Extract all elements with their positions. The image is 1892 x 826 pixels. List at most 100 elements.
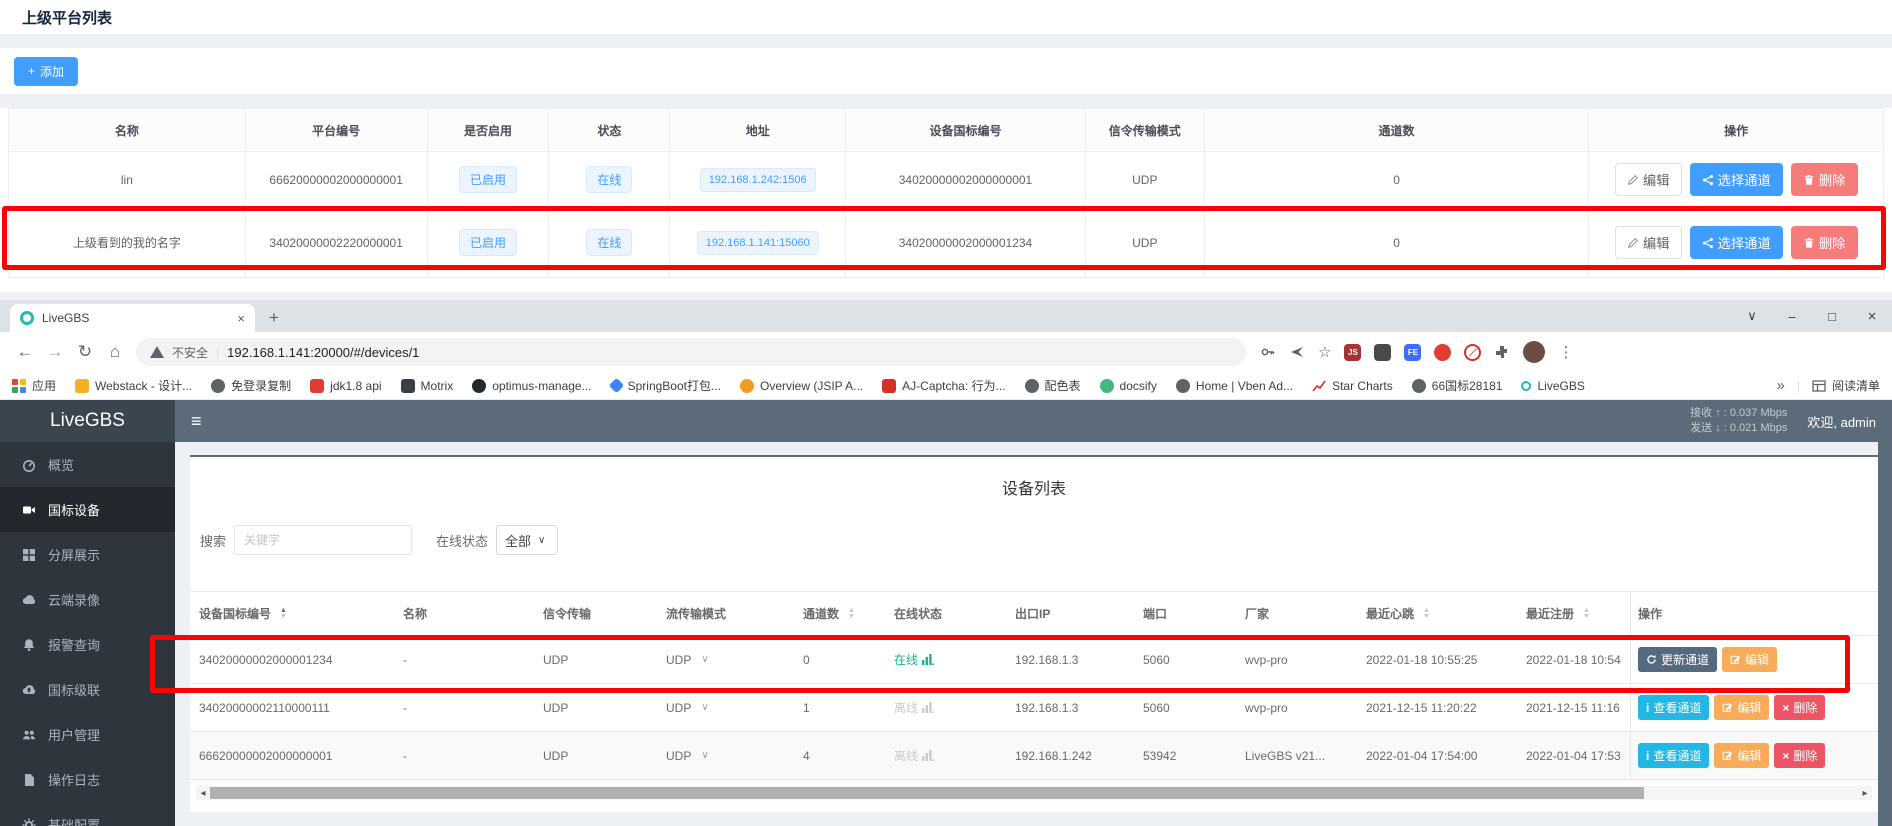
bookmark-livegbs[interactable]: LiveGBS xyxy=(1521,379,1584,393)
col-header-heartbeat[interactable]: 最近心跳▲▼ xyxy=(1359,592,1519,635)
add-button[interactable]: + 添加 xyxy=(14,57,78,86)
select-channel-button[interactable]: 选择通道 xyxy=(1690,163,1783,196)
cell-heartbeat: 2022-01-18 10:55:25 xyxy=(1359,636,1519,683)
scrollbar-thumb[interactable] xyxy=(210,787,1644,799)
bookmark-motrix[interactable]: Motrix xyxy=(401,379,454,393)
bar-chart-icon xyxy=(922,654,934,665)
ext-blocker-icon[interactable] xyxy=(1434,344,1451,361)
delete-button[interactable]: 删除 xyxy=(1791,163,1858,196)
sidebar-item-gb-devices[interactable]: 国标设备 xyxy=(0,487,175,532)
ext-fe-icon[interactable]: FE xyxy=(1404,344,1421,361)
delete-button[interactable]: 删除 xyxy=(1791,226,1858,259)
search-input[interactable] xyxy=(234,525,412,555)
col-header-registered[interactable]: 最近注册▲▼ xyxy=(1519,592,1630,635)
sidebar-item-label: 概览 xyxy=(48,455,74,474)
bookmark-star-icon[interactable]: ☆ xyxy=(1318,343,1331,361)
sidebar-item-basic-config[interactable]: 基础配置 xyxy=(0,802,175,826)
back-icon[interactable]: ← xyxy=(10,342,40,362)
bookmark-vben[interactable]: Home | Vben Ad... xyxy=(1176,379,1293,393)
sidebar-item-alarm-query[interactable]: 报警查询 xyxy=(0,622,175,667)
home-icon[interactable]: ⌂ xyxy=(100,342,130,362)
security-label[interactable]: 不安全 xyxy=(172,344,208,361)
chart-favicon xyxy=(1312,379,1326,393)
bookmark-copy[interactable]: 免登录复制 xyxy=(211,377,291,394)
bookmark-gb28181[interactable]: 66国标28181 xyxy=(1412,377,1503,394)
col-header-device-id[interactable]: 设备国标编号▲▼ xyxy=(190,592,396,635)
scrollbar-track[interactable] xyxy=(210,786,1858,800)
maximize-icon[interactable]: □ xyxy=(1812,309,1852,324)
bookmark-springboot[interactable]: SpringBoot打包... xyxy=(611,377,721,394)
online-status-select[interactable]: 全部 ∨ xyxy=(496,525,558,555)
edit-button[interactable]: 编辑 xyxy=(1722,647,1777,672)
bookmark-colors[interactable]: 配色表 xyxy=(1025,377,1081,394)
sort-icon: ▲▼ xyxy=(1583,608,1590,620)
online-status[interactable]: 在线 xyxy=(894,651,934,668)
horizontal-scrollbar[interactable]: ◂ ▸ xyxy=(196,786,1872,800)
device-list-title: 设备列表 xyxy=(190,475,1878,499)
sidebar-toggle-icon[interactable]: ≡ xyxy=(191,411,202,432)
profile-avatar[interactable] xyxy=(1523,341,1545,363)
ext-noentry-icon[interactable]: ／ xyxy=(1464,344,1481,361)
welcome-user[interactable]: 欢迎, admin xyxy=(1807,412,1876,431)
bookmark-optimus[interactable]: optimus-manage... xyxy=(472,379,591,393)
col-header-channels[interactable]: 通道数▲▼ xyxy=(796,592,887,635)
edit-button[interactable]: 编辑 xyxy=(1615,226,1682,259)
bookmark-starcharts[interactable]: Star Charts xyxy=(1312,379,1393,393)
reading-list-button[interactable]: 阅读清单 xyxy=(1812,377,1880,394)
new-tab-button[interactable]: + xyxy=(269,304,279,332)
scroll-left-icon[interactable]: ◂ xyxy=(196,788,210,799)
sort-icon: ▲▼ xyxy=(280,608,287,620)
tab-close-icon[interactable]: × xyxy=(237,311,245,326)
bookmark-apps[interactable]: 应用 xyxy=(12,377,56,394)
sidebar-item-gb-cascade[interactable]: 国标级联 xyxy=(0,667,175,712)
platform-toolbar: + 添加 xyxy=(0,48,1892,94)
close-icon[interactable]: × xyxy=(1852,308,1892,325)
cell-ip: 192.168.1.3 xyxy=(1008,636,1136,683)
forward-icon[interactable]: → xyxy=(40,342,70,362)
cell-stream[interactable]: UDP∨ xyxy=(659,732,796,779)
delete-button[interactable]: ×删除 xyxy=(1774,695,1825,720)
sidebar-item-operation-log[interactable]: 操作日志 xyxy=(0,757,175,802)
cell-stream[interactable]: UDP∨ xyxy=(659,684,796,731)
video-camera-icon xyxy=(22,503,36,517)
select-channel-button[interactable]: 选择通道 xyxy=(1690,226,1783,259)
key-icon[interactable] xyxy=(1260,344,1276,360)
send-icon[interactable] xyxy=(1289,344,1305,360)
url-field[interactable]: 不安全 | 192.168.1.141:20000/#/devices/1 xyxy=(136,338,1246,366)
reload-icon[interactable]: ↻ xyxy=(70,342,100,362)
sidebar-item-cloud-recording[interactable]: 云端录像 xyxy=(0,577,175,622)
delete-button[interactable]: ×删除 xyxy=(1774,743,1825,768)
globe-favicon xyxy=(1025,379,1039,393)
sidebar-item-split-screen[interactable]: 分屏展示 xyxy=(0,532,175,577)
window-dropdown-icon[interactable]: ∨ xyxy=(1732,308,1772,324)
cell-stream[interactable]: UDP∨ xyxy=(659,636,796,683)
sidebar-item-user-management[interactable]: 用户管理 xyxy=(0,712,175,757)
cell-enabled: 已启用 xyxy=(428,152,550,207)
bookmark-docsify[interactable]: docsify xyxy=(1100,379,1157,393)
bookmark-overview[interactable]: Overview (JSIP A... xyxy=(740,379,863,393)
ext-js-icon[interactable]: JS xyxy=(1344,344,1361,361)
minimize-icon[interactable]: – xyxy=(1772,309,1812,324)
view-channels-button[interactable]: i查看通道 xyxy=(1638,695,1709,720)
cell-actions: 更新通道 编辑 xyxy=(1630,636,1878,683)
edit-button[interactable]: 编辑 xyxy=(1714,695,1769,720)
app-logo[interactable]: LiveGBS xyxy=(0,400,175,442)
edit-button[interactable]: 编辑 xyxy=(1615,163,1682,196)
edit-button[interactable]: 编辑 xyxy=(1714,743,1769,768)
scroll-right-icon[interactable]: ▸ xyxy=(1858,788,1872,799)
bookmark-webstack[interactable]: Webstack - 设计... xyxy=(75,377,192,394)
update-channels-button[interactable]: 更新通道 xyxy=(1638,647,1717,672)
url-text[interactable]: 192.168.1.141:20000/#/devices/1 xyxy=(227,345,419,360)
col-header-port[interactable]: 端口 xyxy=(1136,592,1238,635)
down-arrow-icon: ↓ xyxy=(1715,422,1721,434)
browser-tab[interactable]: LiveGBS × xyxy=(10,304,255,332)
extensions-puzzle-icon[interactable] xyxy=(1494,344,1510,360)
view-channels-button[interactable]: i查看通道 xyxy=(1638,743,1709,768)
bookmark-jdk[interactable]: jdk1.8 api xyxy=(310,379,381,393)
sidebar-item-overview[interactable]: 概览 xyxy=(0,442,175,487)
browser-menu-icon[interactable]: ⋮ xyxy=(1558,343,1573,361)
ext-camera-icon[interactable] xyxy=(1374,344,1391,361)
bookmark-ajcaptcha[interactable]: AJ-Captcha: 行为... xyxy=(882,377,1005,394)
enabled-badge: 已启用 xyxy=(459,229,517,256)
bookmarks-overflow-icon[interactable]: » xyxy=(1777,377,1785,394)
